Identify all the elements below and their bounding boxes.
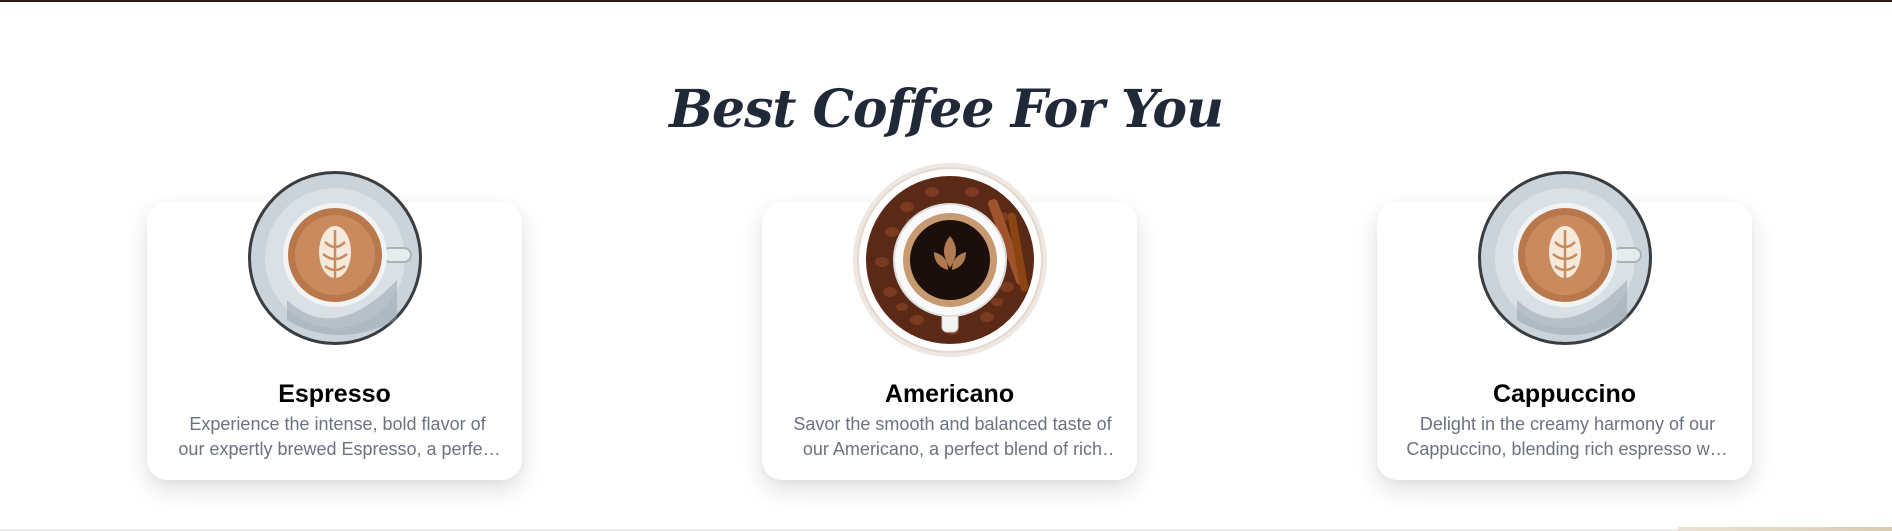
product-card-cappuccino[interactable]: Cappuccino Delight in the creamy harmony… <box>1377 171 1752 480</box>
card-description: Experience the intense, bold flavor of o… <box>178 414 497 459</box>
latte-art-cup-icon <box>1477 170 1653 346</box>
card-title: Espresso <box>278 380 391 408</box>
latte-art-cup-icon <box>247 170 423 346</box>
card-title: Cappuccino <box>1492 380 1637 408</box>
product-card-espresso[interactable]: Espresso Experience the intense, bold fl… <box>147 171 522 480</box>
product-card-americano[interactable]: Americano Savor the smooth and balanced … <box>762 163 1137 480</box>
coffee-beans-cup-icon <box>852 162 1048 358</box>
card-description: Delight in the creamy harmony of our Cap… <box>1406 414 1729 459</box>
card-description: Savor the smooth and balanced taste of o… <box>793 414 1112 459</box>
corner-accent <box>1678 527 1892 531</box>
coffee-section: Best Coffee For You Espresso Experience … <box>0 0 1892 531</box>
section-title: Best Coffee For You <box>669 78 1224 140</box>
card-title: Americano <box>884 380 1015 408</box>
